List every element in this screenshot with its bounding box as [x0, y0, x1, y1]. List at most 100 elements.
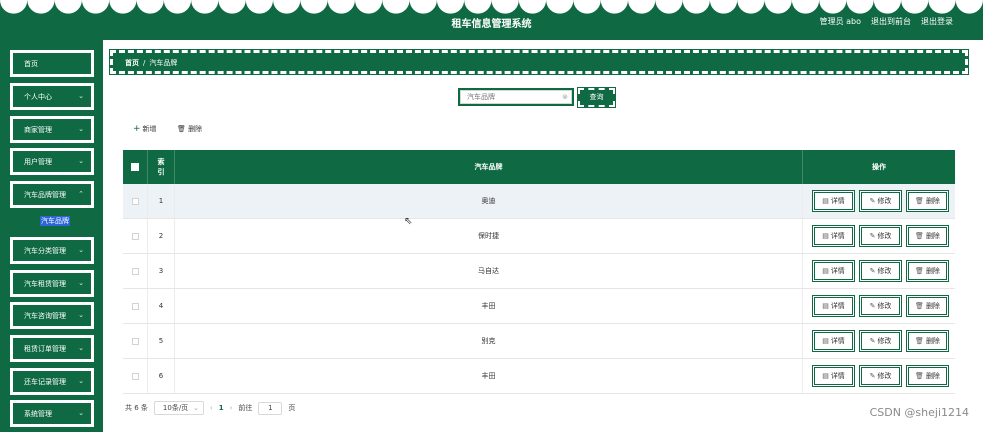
trash-icon: 🗑 [915, 337, 924, 345]
table-row[interactable]: 4 丰田 ▤ 详情 ✎ 修改 🗑 删除 [123, 289, 955, 324]
scallop-shape [327, 0, 355, 14]
sidebar-item-label: 还车记录管理 [24, 378, 66, 386]
scallop-shape [54, 0, 82, 14]
edit-button[interactable]: ✎ 修改 [859, 295, 902, 317]
delete-button[interactable]: 🗑 删除 [906, 260, 949, 282]
column-header-index-label: 索引 [157, 158, 165, 176]
sidebar-item-merchants[interactable]: 商家管理 ⌄ [10, 116, 94, 143]
sidebar-item-label: 汽车分类管理 [24, 247, 66, 255]
sidebar-item-users[interactable]: 用户管理 ⌄ [10, 148, 94, 175]
edit-button[interactable]: ✎ 修改 [859, 225, 902, 247]
select-all-checkbox[interactable] [131, 163, 139, 171]
sidebar-item-car-brands[interactable]: 汽车品牌管理 ⌃ [10, 181, 94, 208]
delete-button[interactable]: 🗑 删除 [906, 330, 949, 352]
row-index: 4 [148, 289, 175, 323]
row-select-cell [123, 254, 148, 288]
scallop-shape [628, 0, 656, 14]
breadcrumb: 首页 / 汽车品牌 [109, 49, 969, 75]
edit-button[interactable]: ✎ 修改 [859, 190, 902, 212]
scallop-shape [928, 0, 956, 14]
row-checkbox[interactable] [131, 302, 139, 310]
table-row[interactable]: 1 奥迪 ▤ 详情 ✎ 修改 🗑 删除 [123, 184, 955, 219]
delete-button[interactable]: 🗑 删除 [906, 365, 949, 387]
delete-label: 删除 [925, 197, 940, 205]
row-checkbox[interactable] [131, 267, 139, 275]
detail-button[interactable]: ▤ 详情 [812, 190, 855, 212]
chevron-down-icon: ⌄ [78, 377, 84, 385]
scallop-shape [901, 0, 929, 14]
row-checkbox[interactable] [131, 372, 139, 380]
breadcrumb-home[interactable]: 首页 [125, 59, 139, 67]
edit-button[interactable]: ✎ 修改 [859, 260, 902, 282]
select-all-cell [123, 150, 148, 184]
scallop-shape [136, 0, 164, 14]
detail-button[interactable]: ▤ 详情 [812, 330, 855, 352]
row-index: 6 [148, 359, 175, 393]
row-actions: ▤ 详情 ✎ 修改 🗑 删除 [812, 330, 949, 352]
detail-button[interactable]: ▤ 详情 [812, 365, 855, 387]
goto-label: 前往 [238, 404, 253, 412]
scallop-shape [655, 0, 683, 14]
page-size-select[interactable]: 10条/页 ⌄ [153, 401, 204, 415]
sidebar-item-car-rental[interactable]: 汽车租赁管理 ⌄ [10, 270, 94, 297]
sidebar-subitem-car-brand[interactable]: 汽车品牌 [10, 211, 94, 231]
table-row[interactable]: 5 别克 ▤ 详情 ✎ 修改 🗑 删除 [123, 324, 955, 359]
sidebar-item-car-consult[interactable]: 汽车咨询管理 ⌄ [10, 302, 94, 329]
admin-label: 管理员 abo [819, 17, 861, 26]
delete-button[interactable]: 🗑 删除 [906, 190, 949, 212]
next-page-icon[interactable]: › [230, 404, 233, 412]
delete-button[interactable]: 🗑 删除 [906, 295, 949, 317]
breadcrumb-separator: / [143, 59, 146, 67]
pencil-icon: ✎ [869, 337, 876, 345]
sidebar-item-label: 个人中心 [24, 93, 52, 101]
sidebar-item-car-categories[interactable]: 汽车分类管理 ⌄ [10, 237, 94, 264]
sidebar-item-profile[interactable]: 个人中心 ⌄ [10, 83, 94, 110]
pencil-icon: ✎ [869, 372, 876, 380]
row-select-cell [123, 219, 148, 253]
prev-page-icon[interactable]: ‹ [210, 404, 213, 412]
row-select-cell [123, 184, 148, 218]
edit-label: 修改 [877, 337, 892, 345]
row-checkbox[interactable] [131, 337, 139, 345]
search-button[interactable]: 查询 [577, 87, 616, 108]
batch-delete-button[interactable]: 🗑 删除 [177, 124, 202, 134]
sidebar-item-rental-orders[interactable]: 租赁订单管理 ⌄ [10, 335, 94, 362]
table-row[interactable]: 3 马自达 ▤ 详情 ✎ 修改 🗑 删除 [123, 254, 955, 289]
sidebar-item-home[interactable]: 首页⌄ [10, 50, 94, 77]
detail-button[interactable]: ▤ 详情 [812, 295, 855, 317]
detail-button[interactable]: ▤ 详情 [812, 225, 855, 247]
logout-link[interactable]: 退出登录 [921, 16, 953, 27]
row-index: 2 [148, 219, 175, 253]
page-number-current[interactable]: 1 [219, 404, 224, 412]
goto-page-input[interactable]: 1 [258, 401, 283, 415]
detail-button[interactable]: ▤ 详情 [812, 260, 855, 282]
sidebar-subitem-label: 汽车品牌 [40, 216, 70, 226]
row-actions: ▤ 详情 ✎ 修改 🗑 删除 [812, 260, 949, 282]
row-checkbox[interactable] [131, 232, 139, 240]
table-row[interactable]: 6 丰田 ▤ 详情 ✎ 修改 🗑 删除 [123, 359, 955, 394]
trash-icon: 🗑 [915, 302, 924, 310]
sidebar-item-system[interactable]: 系统管理 ⌄ [10, 400, 94, 427]
sidebar-item-label: 商家管理 [24, 126, 52, 134]
row-select-cell [123, 324, 148, 358]
add-button[interactable]: + 新增 [133, 124, 157, 134]
scallop-shape [245, 0, 274, 14]
row-actions: ▤ 详情 ✎ 修改 🗑 删除 [812, 295, 949, 317]
search-input[interactable] [460, 90, 572, 104]
scallop-shape [354, 0, 383, 14]
edit-button[interactable]: ✎ 修改 [859, 365, 902, 387]
detail-label: 详情 [830, 337, 845, 345]
pencil-icon: ✎ [869, 232, 876, 240]
edit-button[interactable]: ✎ 修改 [859, 330, 902, 352]
pagination-total: 共 6 条 [125, 404, 148, 412]
edit-label: 修改 [877, 372, 892, 380]
clear-icon[interactable]: ⊗ [562, 93, 568, 101]
delete-button[interactable]: 🗑 删除 [906, 225, 949, 247]
table-row[interactable]: 2 保时捷 ▤ 详情 ✎ 修改 🗑 删除 [123, 219, 955, 254]
sidebar-item-return-records[interactable]: 还车记录管理 ⌄ [10, 368, 94, 395]
row-index: 1 [148, 184, 175, 218]
back-to-front-link[interactable]: 退出到前台 [871, 16, 911, 27]
row-checkbox[interactable] [131, 197, 139, 205]
scallop-shape [518, 0, 547, 14]
document-icon: ▤ [822, 337, 829, 345]
